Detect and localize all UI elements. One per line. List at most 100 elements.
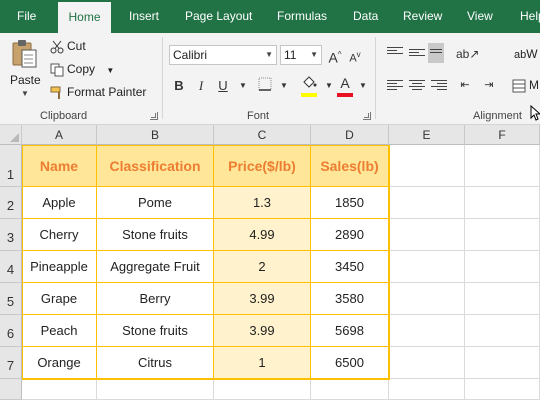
table-cell[interactable]: 2890	[311, 219, 389, 251]
empty-cell[interactable]	[22, 379, 97, 400]
wrap-text-button[interactable]: abW	[514, 45, 538, 63]
tab-page-layout[interactable]: Page Layout	[185, 0, 252, 33]
column-header-e[interactable]: E	[389, 125, 465, 145]
underline-dropdown[interactable]: ▼	[234, 77, 252, 95]
align-center-icon[interactable]	[409, 80, 425, 92]
paste-dropdown-arrow[interactable]: ▼	[21, 89, 29, 98]
table-cell[interactable]: 6500	[311, 347, 389, 379]
table-cell[interactable]: 1850	[311, 187, 389, 219]
table-cell[interactable]: Pineapple	[22, 251, 97, 283]
font-dialog-launcher[interactable]	[363, 112, 371, 120]
row-header-3[interactable]: 3	[0, 219, 22, 251]
table-cell[interactable]: 5698	[311, 315, 389, 347]
table-cell[interactable]: 1	[214, 347, 311, 379]
row-header-7[interactable]: 7	[0, 347, 22, 379]
italic-button[interactable]: I	[192, 77, 210, 95]
paste-label[interactable]: Paste	[10, 73, 41, 87]
table-cell[interactable]: 2	[214, 251, 311, 283]
empty-cell[interactable]	[465, 145, 540, 187]
empty-cell[interactable]	[465, 251, 540, 283]
table-cell[interactable]: Berry	[97, 283, 214, 315]
bold-button[interactable]: B	[170, 77, 188, 95]
empty-cell[interactable]	[97, 379, 214, 400]
row-header-8[interactable]	[0, 379, 22, 400]
column-header-b[interactable]: B	[97, 125, 214, 145]
empty-cell[interactable]	[389, 379, 465, 400]
select-all-corner[interactable]	[0, 125, 22, 145]
table-cell[interactable]: Stone fruits	[97, 315, 214, 347]
tab-insert[interactable]: Insert	[129, 0, 159, 33]
merge-center-button[interactable]: M	[512, 76, 539, 94]
row-header-4[interactable]: 4	[0, 251, 22, 283]
table-cell[interactable]: Citrus	[97, 347, 214, 379]
header-cell-sales[interactable]: Sales(lb)	[311, 145, 389, 187]
tab-file[interactable]: File	[17, 0, 36, 33]
tab-formulas[interactable]: Formulas	[277, 0, 327, 33]
orientation-icon[interactable]: ab↗	[456, 45, 479, 63]
table-cell[interactable]: Grape	[22, 283, 97, 315]
table-cell[interactable]: Aggregate Fruit	[97, 251, 214, 283]
table-cell[interactable]: Apple	[22, 187, 97, 219]
table-cell[interactable]: Pome	[97, 187, 214, 219]
row-header-2[interactable]: 2	[0, 187, 22, 219]
copy-dropdown-arrow[interactable]: ▼	[106, 66, 114, 75]
column-header-f[interactable]: F	[465, 125, 540, 145]
copy-button[interactable]: Copy ▼	[50, 60, 114, 78]
empty-cell[interactable]	[465, 219, 540, 251]
borders-button[interactable]	[256, 77, 274, 95]
tab-home[interactable]: Home	[58, 2, 111, 33]
empty-cell[interactable]	[465, 347, 540, 379]
column-header-d[interactable]: D	[311, 125, 389, 145]
tab-data[interactable]: Data	[353, 0, 378, 33]
empty-cell[interactable]	[389, 315, 465, 347]
empty-cell[interactable]	[465, 315, 540, 347]
paste-button[interactable]	[10, 39, 38, 69]
font-color-dropdown[interactable]: ▼	[354, 77, 372, 95]
underline-button[interactable]: U	[214, 77, 232, 95]
table-cell[interactable]: 3580	[311, 283, 389, 315]
empty-cell[interactable]	[389, 187, 465, 219]
row-header-1[interactable]: 1	[0, 145, 22, 187]
table-cell[interactable]: 1.3	[214, 187, 311, 219]
empty-cell[interactable]	[389, 347, 465, 379]
column-header-a[interactable]: A	[22, 125, 97, 145]
table-cell[interactable]: 3450	[311, 251, 389, 283]
column-header-c[interactable]: C	[214, 125, 311, 145]
table-cell[interactable]: Orange	[22, 347, 97, 379]
grow-font-button[interactable]: A^	[326, 46, 344, 66]
row-header-5[interactable]: 5	[0, 283, 22, 315]
row-header-6[interactable]: 6	[0, 315, 22, 347]
shrink-font-button[interactable]: Av	[346, 46, 364, 65]
header-cell-classification[interactable]: Classification	[97, 145, 214, 187]
decrease-indent-icon[interactable]: ⇤	[456, 76, 474, 94]
empty-cell[interactable]	[389, 251, 465, 283]
empty-cell[interactable]	[214, 379, 311, 400]
table-cell[interactable]: Cherry	[22, 219, 97, 251]
tab-review[interactable]: Review	[403, 0, 442, 33]
clipboard-dialog-launcher[interactable]	[150, 112, 158, 120]
font-color-button[interactable]: A	[336, 74, 354, 92]
cut-button[interactable]: Cut	[50, 37, 86, 55]
align-left-icon[interactable]	[387, 80, 403, 92]
bottom-align-icon[interactable]	[428, 43, 444, 63]
table-cell[interactable]: 3.99	[214, 283, 311, 315]
empty-cell[interactable]	[465, 187, 540, 219]
empty-cell[interactable]	[389, 283, 465, 315]
table-cell[interactable]: Peach	[22, 315, 97, 347]
table-cell[interactable]: 4.99	[214, 219, 311, 251]
empty-cell[interactable]	[465, 283, 540, 315]
empty-cell[interactable]	[389, 145, 465, 187]
empty-cell[interactable]	[465, 379, 540, 400]
header-cell-name[interactable]: Name	[22, 145, 97, 187]
table-cell[interactable]: Stone fruits	[97, 219, 214, 251]
font-size-select[interactable]: 11 ▼	[280, 45, 322, 65]
empty-cell[interactable]	[389, 219, 465, 251]
format-painter-button[interactable]: Format Painter	[50, 83, 146, 101]
empty-cell[interactable]	[311, 379, 389, 400]
header-cell-price[interactable]: Price($/lb)	[214, 145, 311, 187]
tab-view[interactable]: View	[467, 0, 493, 33]
middle-align-icon[interactable]	[409, 49, 425, 58]
align-right-icon[interactable]	[431, 80, 447, 92]
table-cell[interactable]: 3.99	[214, 315, 311, 347]
top-align-icon[interactable]	[387, 47, 403, 56]
